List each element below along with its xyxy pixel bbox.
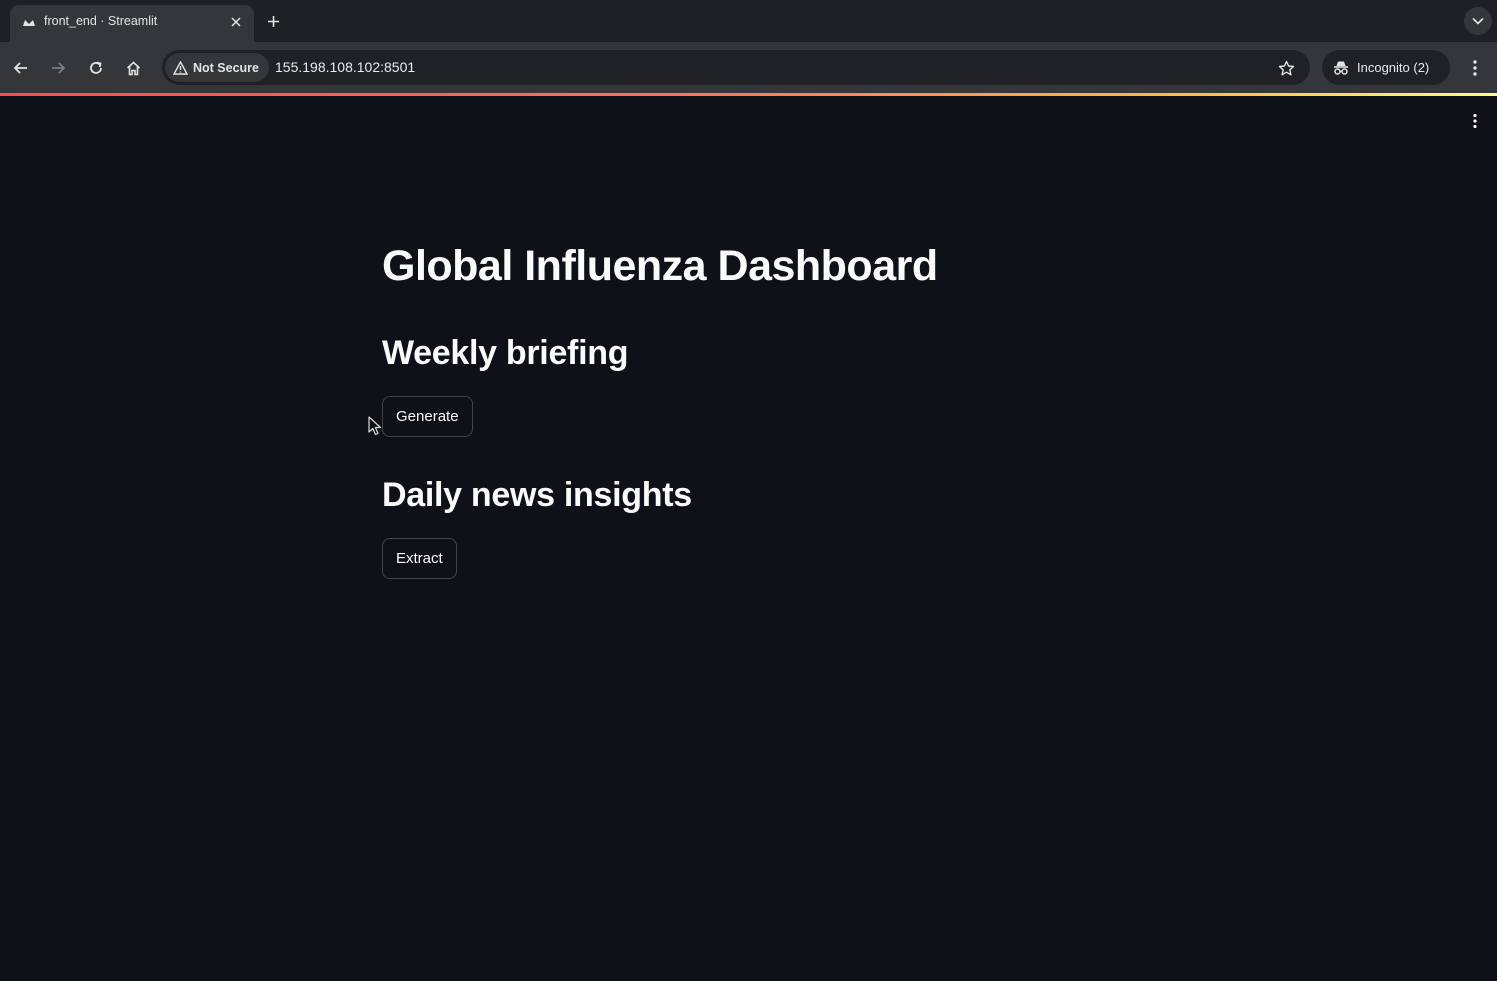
daily-news-insights-heading: Daily news insights — [382, 476, 692, 514]
plus-icon — [267, 15, 279, 27]
new-tab-button[interactable] — [262, 10, 284, 32]
more-vertical-icon — [1473, 60, 1477, 76]
extract-button[interactable]: Extract — [382, 538, 457, 579]
reload-button[interactable] — [84, 56, 108, 80]
home-icon — [126, 60, 140, 75]
tab-front-end[interactable]: front_end · Streamlit — [10, 5, 254, 42]
url-text[interactable]: 155.198.108.102:8501 — [275, 59, 415, 75]
forward-button[interactable] — [46, 56, 70, 80]
incognito-label: Incognito (2) — [1357, 60, 1430, 75]
page-title: Global Influenza Dashboard — [382, 242, 938, 290]
reload-icon — [90, 61, 102, 74]
browser-menu-button[interactable] — [1464, 56, 1486, 80]
streamlit-app: Global Influenza Dashboard Weekly briefi… — [0, 96, 1497, 981]
weekly-briefing-heading: Weekly briefing — [382, 334, 629, 372]
star-icon — [1278, 60, 1294, 75]
close-icon — [231, 17, 241, 27]
warning-icon — [173, 60, 188, 75]
home-button[interactable] — [121, 56, 145, 80]
streamlit-crown-icon — [23, 20, 35, 26]
security-label: Not Secure — [193, 60, 259, 75]
mouse-cursor-icon — [368, 416, 382, 436]
address-bar[interactable]: Not Secure 155.198.108.102:8501 — [162, 50, 1310, 85]
bookmark-button[interactable] — [1275, 57, 1297, 79]
chevron-down-icon — [1472, 17, 1484, 25]
incognito-profile-button[interactable]: Incognito (2) — [1322, 50, 1450, 85]
browser-toolbar: Not Secure 155.198.108.102:8501 Incognit… — [0, 42, 1497, 93]
tab-search-button[interactable] — [1464, 7, 1492, 35]
close-tab-button[interactable] — [227, 13, 245, 31]
site-info-chip[interactable]: Not Secure — [165, 53, 269, 82]
tab-strip: front_end · Streamlit — [0, 0, 1497, 42]
arrow-right-icon — [52, 62, 66, 74]
more-vertical-icon — [1473, 113, 1477, 129]
back-button[interactable] — [9, 56, 33, 80]
tab-title: front_end · Streamlit — [44, 14, 158, 28]
generate-button[interactable]: Generate — [382, 396, 473, 437]
arrow-left-icon — [13, 62, 27, 74]
app-main-menu-button[interactable] — [1464, 110, 1486, 132]
browser-window: front_end · Streamlit Not Secure 155.198… — [0, 0, 1497, 981]
incognito-icon — [1334, 61, 1348, 75]
